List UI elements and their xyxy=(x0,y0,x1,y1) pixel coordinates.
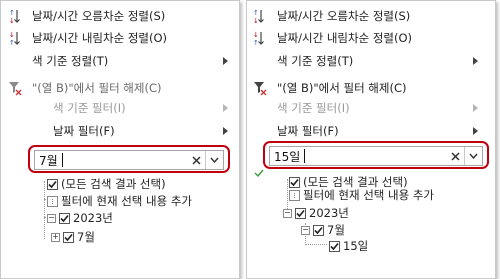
clear-filter-label: "(열 B)"에서 필터 해제(C) xyxy=(32,81,162,95)
tree-year[interactable]: − 2023년 xyxy=(283,204,349,222)
checkbox-checked[interactable] xyxy=(313,224,324,236)
checkbox-checked[interactable] xyxy=(295,207,306,219)
clear-filter-icon xyxy=(8,80,22,96)
filter-panel-left: ↑ ↓ 날짜/시간 오름차순 정렬(S) ↓ ↑ 날짜/시간 내림차순 정렬(O… xyxy=(0,0,240,279)
checkbox-checked[interactable] xyxy=(47,178,58,190)
chevron-right-icon xyxy=(473,104,478,112)
chevron-right-icon xyxy=(473,127,478,135)
sort-by-color-label: 색 기준 정렬(T) xyxy=(277,54,354,68)
search-box xyxy=(269,146,483,166)
tree-select-all-label: (모든 검색 결과 선택) xyxy=(61,177,166,191)
date-filter-item[interactable]: 날짜 필터(F) xyxy=(1,120,239,142)
sort-descending-label: 날짜/시간 내림차순 정렬(O) xyxy=(277,31,413,45)
clear-filter-icon xyxy=(253,80,267,96)
check-icon xyxy=(330,242,339,250)
date-filter-item[interactable]: 날짜 필터(F) xyxy=(247,120,495,142)
chevron-down-icon[interactable] xyxy=(464,147,482,165)
tree-add-to-filter-label: 필터에 현재 선택 내용 추가 xyxy=(61,194,193,208)
search-highlight xyxy=(263,141,489,169)
sort-ascending-item[interactable]: ↑ ↓ 날짜/시간 오름차순 정렬(S) xyxy=(1,5,239,27)
svg-text:↑: ↑ xyxy=(253,39,259,46)
check-icon xyxy=(296,209,305,217)
filter-by-color-item: 색 기준 필터(I) xyxy=(1,97,239,119)
tree-year-label: 2023년 xyxy=(73,211,113,225)
chevron-right-icon xyxy=(473,57,478,65)
check-icon xyxy=(48,180,57,188)
checkbox-checked[interactable] xyxy=(329,240,340,252)
clear-filter-item[interactable]: "(열 B)"에서 필터 해제(C) xyxy=(247,77,495,99)
clear-filter-item[interactable]: "(열 B)"에서 필터 해제(C) xyxy=(1,77,239,99)
tree-add-to-filter-label: 필터에 현재 선택 내용 추가 xyxy=(303,188,435,202)
collapse-icon[interactable]: − xyxy=(301,225,310,235)
svg-text:↑: ↑ xyxy=(9,39,15,46)
checkbox-unchecked[interactable] xyxy=(47,195,58,207)
search-highlight xyxy=(28,145,230,173)
sort-descending-icon: ↓ ↑ xyxy=(253,30,267,46)
checkbox-unchecked[interactable] xyxy=(289,189,300,201)
expand-icon[interactable]: + xyxy=(51,232,60,242)
filter-panel-right: ↑ ↓ 날짜/시간 오름차순 정렬(S) ↓ ↑ 날짜/시간 내림차순 정렬(O… xyxy=(246,0,496,279)
tree-select-all[interactable]: (모든 검색 결과 선택) xyxy=(47,175,166,193)
svg-text:↑: ↑ xyxy=(9,9,15,17)
collapse-icon[interactable]: − xyxy=(47,213,56,223)
tree-add-to-filter[interactable]: 필터에 현재 선택 내용 추가 xyxy=(289,186,434,204)
sort-by-color-label: 색 기준 정렬(T) xyxy=(32,54,109,68)
tree-month-label: 7월 xyxy=(77,230,95,244)
tree-month[interactable]: + 7월 xyxy=(51,228,95,246)
date-filter-label: 날짜 필터(F) xyxy=(277,124,339,138)
svg-text:↑: ↑ xyxy=(253,9,259,17)
tree-line xyxy=(44,181,45,239)
tree-year-label: 2023년 xyxy=(309,206,349,220)
sort-ascending-label: 날짜/시간 오름차순 정렬(S) xyxy=(277,9,411,23)
check-icon xyxy=(60,214,69,222)
svg-text:↓: ↓ xyxy=(253,31,259,39)
chevron-right-icon xyxy=(223,127,228,135)
clear-x-icon[interactable] xyxy=(187,151,205,169)
sort-ascending-label: 날짜/시간 오름차순 정렬(S) xyxy=(32,9,166,23)
check-icon xyxy=(64,233,73,241)
svg-text:↓: ↓ xyxy=(9,31,15,39)
sort-descending-label: 날짜/시간 내림차순 정렬(O) xyxy=(32,31,168,45)
checkbox-checked[interactable] xyxy=(59,212,70,224)
tree-day[interactable]: 15일 xyxy=(329,237,368,255)
search-box xyxy=(34,150,224,170)
sort-ascending-item[interactable]: ↑ ↓ 날짜/시간 오름차순 정렬(S) xyxy=(247,5,495,27)
text-caret xyxy=(62,153,63,167)
filter-by-color-label: 색 기준 필터(I) xyxy=(53,101,126,115)
svg-text:↓: ↓ xyxy=(253,17,259,24)
chevron-right-icon xyxy=(223,104,228,112)
tree-day-label: 15일 xyxy=(343,239,369,253)
check-icon xyxy=(314,226,323,234)
sort-descending-icon: ↓ ↑ xyxy=(9,30,23,46)
checkbox-checked[interactable] xyxy=(63,231,74,243)
sort-by-color-item[interactable]: 색 기준 정렬(T) xyxy=(247,50,495,72)
sort-ascending-icon: ↑ ↓ xyxy=(253,8,267,24)
sort-descending-item[interactable]: ↓ ↑ 날짜/시간 내림차순 정렬(O) xyxy=(1,27,239,49)
sort-ascending-icon: ↑ ↓ xyxy=(9,8,23,24)
text-caret xyxy=(304,149,305,163)
chevron-down-icon[interactable] xyxy=(205,151,223,169)
filter-by-color-label: 색 기준 필터(I) xyxy=(277,101,350,115)
chevron-right-icon xyxy=(223,57,228,65)
clear-x-icon[interactable] xyxy=(446,147,464,165)
tree-year[interactable]: − 2023년 xyxy=(47,209,113,227)
date-filter-label: 날짜 필터(F) xyxy=(53,124,115,138)
collapse-icon[interactable]: − xyxy=(283,208,292,218)
sort-by-color-item[interactable]: 색 기준 정렬(T) xyxy=(1,50,239,72)
filter-by-color-item: 색 기준 필터(I) xyxy=(247,97,495,119)
search-input[interactable] xyxy=(274,148,424,164)
tree-add-to-filter[interactable]: 필터에 현재 선택 내용 추가 xyxy=(47,192,192,210)
tree-line xyxy=(305,244,327,245)
clear-filter-label: "(열 B)"에서 필터 해제(C) xyxy=(277,81,407,95)
tree-month-label: 7월 xyxy=(327,223,345,237)
check-icon xyxy=(254,167,264,181)
svg-text:↓: ↓ xyxy=(9,17,15,24)
sort-descending-item[interactable]: ↓ ↑ 날짜/시간 내림차순 정렬(O) xyxy=(247,27,495,49)
